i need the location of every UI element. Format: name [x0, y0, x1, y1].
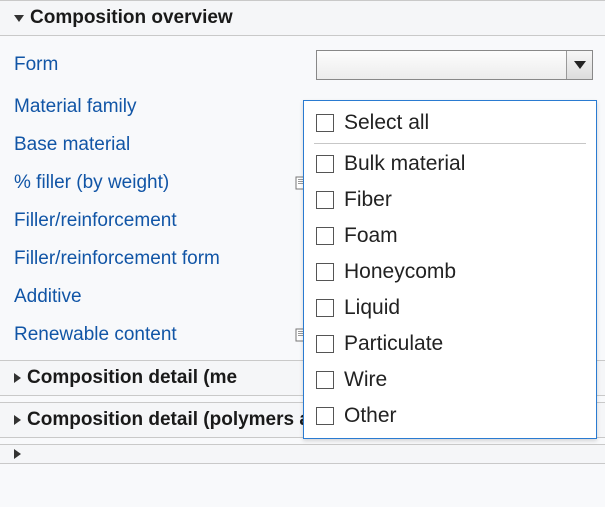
section-header-composition-overview[interactable]: Composition overview: [0, 0, 605, 36]
option-label: Foam: [344, 224, 398, 248]
option-wire[interactable]: Wire: [304, 362, 596, 398]
option-label: Fiber: [344, 188, 392, 212]
option-bulk-material[interactable]: Bulk material: [304, 146, 596, 182]
option-label: Other: [344, 404, 397, 428]
field-label[interactable]: Base material: [14, 134, 294, 156]
checkbox[interactable]: [316, 263, 334, 281]
caret-down-icon: [574, 61, 586, 69]
field-label[interactable]: Renewable content: [14, 324, 294, 346]
chevron-right-icon: [14, 415, 21, 425]
option-other[interactable]: Other: [304, 398, 596, 434]
checkbox[interactable]: [316, 114, 334, 132]
option-label: Select all: [344, 111, 429, 135]
option-fiber[interactable]: Fiber: [304, 182, 596, 218]
option-label: Bulk material: [344, 152, 465, 176]
option-label: Particulate: [344, 332, 443, 356]
checkbox[interactable]: [316, 299, 334, 317]
field-label[interactable]: % filler (by weight): [14, 172, 294, 194]
checkbox[interactable]: [316, 335, 334, 353]
section-title: Composition detail (me: [27, 367, 237, 389]
checkbox[interactable]: [316, 191, 334, 209]
chevron-right-icon: [14, 449, 21, 459]
option-foam[interactable]: Foam: [304, 218, 596, 254]
combo-dropdown-button[interactable]: [566, 51, 592, 79]
dropdown-separator: [314, 143, 586, 144]
field-label[interactable]: Material family: [14, 96, 294, 118]
form-combobox[interactable]: [316, 50, 593, 80]
chevron-down-icon: [14, 15, 24, 22]
field-label[interactable]: Additive: [14, 286, 294, 308]
row-form: Form: [0, 42, 605, 88]
option-label: Honeycomb: [344, 260, 456, 284]
checkbox[interactable]: [316, 371, 334, 389]
chevron-right-icon: [14, 373, 21, 383]
checkbox[interactable]: [316, 407, 334, 425]
field-label[interactable]: Filler/reinforcement form: [14, 248, 294, 270]
checkbox[interactable]: [316, 155, 334, 173]
option-select-all[interactable]: Select all: [304, 105, 596, 141]
section-header-partial[interactable]: [0, 444, 605, 464]
option-liquid[interactable]: Liquid: [304, 290, 596, 326]
option-label: Wire: [344, 368, 387, 392]
spacer: [294, 57, 310, 73]
section-title: Composition overview: [30, 7, 233, 29]
field-label[interactable]: Filler/reinforcement: [14, 210, 294, 232]
field-label[interactable]: Form: [14, 54, 294, 76]
option-honeycomb[interactable]: Honeycomb: [304, 254, 596, 290]
option-label: Liquid: [344, 296, 400, 320]
option-particulate[interactable]: Particulate: [304, 326, 596, 362]
form-dropdown-list: Select all Bulk material Fiber Foam Hone…: [303, 100, 597, 439]
checkbox[interactable]: [316, 227, 334, 245]
